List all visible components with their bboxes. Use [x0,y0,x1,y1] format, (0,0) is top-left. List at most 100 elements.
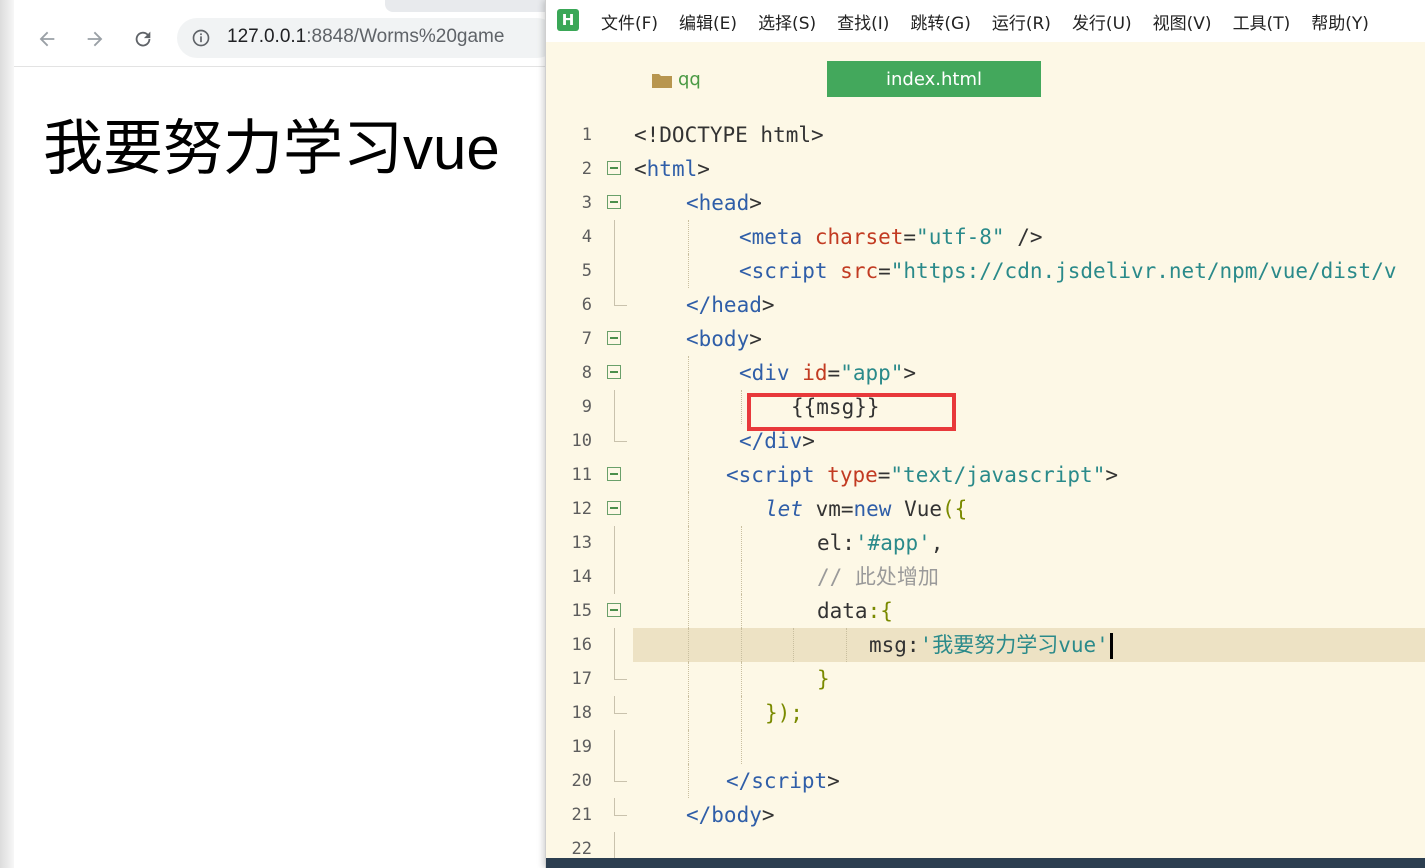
fold-toggle[interactable] [607,603,621,617]
arrow-right-icon [87,31,103,47]
code-line: 21 </body> [546,798,1425,832]
indent-guide [846,628,847,662]
fold-toggle[interactable] [607,195,621,209]
line-number: 5 [581,261,592,281]
fold-toggle[interactable] [607,467,621,481]
code-line: 5 <script src="https://cdn.jsdelivr.net/… [546,254,1425,288]
code-line: 13 el:'#app', [546,526,1425,560]
menu-item[interactable]: 编辑(E) [679,9,737,34]
menu-item[interactable]: 选择(S) [758,9,816,34]
menu-item[interactable]: 视图(V) [1153,9,1212,34]
menu-bar: H 文件(F) 编辑(E) 选择(S) 查找(I) 跳转(G) 运行(R) 发行(U) 视图(… [546,0,1425,42]
indent-guide [741,628,742,662]
browser-tab-strip [385,0,545,12]
page-heading: 我要努力学习vue [43,115,500,182]
arrow-left-icon [39,31,55,47]
code-text: }); [765,701,803,725]
indent-guide [688,628,689,662]
info-icon[interactable] [191,28,211,48]
annotation-highlight-box [747,393,956,431]
indent-guide [688,424,689,458]
menu-item[interactable]: 发行(U) [1072,9,1132,34]
code-text: <meta charset="utf-8" /> [739,225,1043,249]
code-line: 17 } [546,662,1425,696]
code-line: 6 </head> [546,288,1425,322]
code-text: <script src="https://cdn.jsdelivr.net/np… [739,259,1397,283]
indent-guide [688,662,689,696]
indent-guide [688,594,689,628]
menu-item[interactable]: 跳转(G) [910,9,970,34]
menu-item[interactable]: 查找(I) [837,9,889,34]
fold-toggle[interactable] [607,161,621,175]
line-number: 3 [581,193,592,213]
fold-end-marker [614,288,627,306]
back-button[interactable] [34,26,60,52]
line-number: 17 [571,669,592,689]
menu-item[interactable]: 运行(R) [992,9,1051,34]
code-text: <html> [634,157,710,181]
line-number: 21 [571,805,592,825]
code-line: 20 </script> [546,764,1425,798]
fold-end-marker [614,424,627,442]
fold-toggle[interactable] [607,365,621,379]
fold-guide [614,220,615,254]
code-text: </head> [686,293,775,317]
menu-item[interactable]: 帮助(Y) [1311,9,1369,34]
code-text: let vm=new Vue({ [765,497,968,521]
code-line-current: 16 msg:'我要努力学习vue' [546,628,1425,662]
indent-guide [688,526,689,560]
line-number: 18 [571,703,592,723]
fold-guide [614,730,615,764]
line-number: 14 [571,567,592,587]
status-bar [546,858,1425,868]
indent-guide [688,254,689,288]
menu-item[interactable]: 工具(T) [1233,9,1291,34]
code-line: 8 <div id="app"> [546,356,1425,390]
code-text: <div id="app"> [739,361,917,385]
code-text: data:{ [817,599,893,623]
fold-toggle[interactable] [607,331,621,345]
line-number: 20 [571,771,592,791]
fold-guide [614,526,615,560]
indent-guide [741,662,742,696]
code-line: 11 <script type="text/javascript"> [546,458,1425,492]
code-text: } [817,667,830,691]
code-text: </body> [686,803,775,827]
fold-toggle[interactable] [607,501,621,515]
code-text: <script type="text/javascript"> [726,463,1118,487]
forward-button[interactable] [82,26,108,52]
code-text: msg:'我要努力学习vue' [869,628,1113,662]
indent-guide [688,458,689,492]
indent-guide [688,492,689,526]
line-number: 15 [571,601,592,621]
indent-guide [688,764,689,798]
project-folder[interactable]: qq [652,69,701,90]
window-edge [0,0,14,868]
code-text: </script> [726,769,840,793]
indent-guide [688,220,689,254]
line-number: 19 [571,737,592,757]
fold-end-marker [614,798,627,816]
indent-guide [688,356,689,390]
code-comment: // 此处增加 [817,565,939,589]
line-number: 6 [581,295,592,315]
fold-guide [614,560,615,594]
url-path: :8848/Worms%20game [306,26,505,47]
folder-name: qq [678,69,701,90]
menu-item[interactable]: 文件(F) [601,9,658,34]
reload-button[interactable] [130,26,156,52]
fold-guide [614,628,615,662]
code-line: 4 <meta charset="utf-8" /> [546,220,1425,254]
indent-guide [741,730,742,764]
code-line: 19 [546,730,1425,764]
line-number: 11 [571,465,592,485]
code-line: 14 // 此处增加 [546,560,1425,594]
url-text[interactable]: 127.0.0.1:8848/Worms%20game [227,26,504,48]
tab-index-html[interactable]: index.html [827,61,1041,97]
indent-guide [793,628,794,662]
address-bar[interactable]: 127.0.0.1:8848/Worms%20game [177,18,557,58]
line-number: 9 [581,397,592,417]
code-line: 18 }); [546,696,1425,730]
fold-guide [614,390,615,424]
fold-end-marker [614,696,627,714]
